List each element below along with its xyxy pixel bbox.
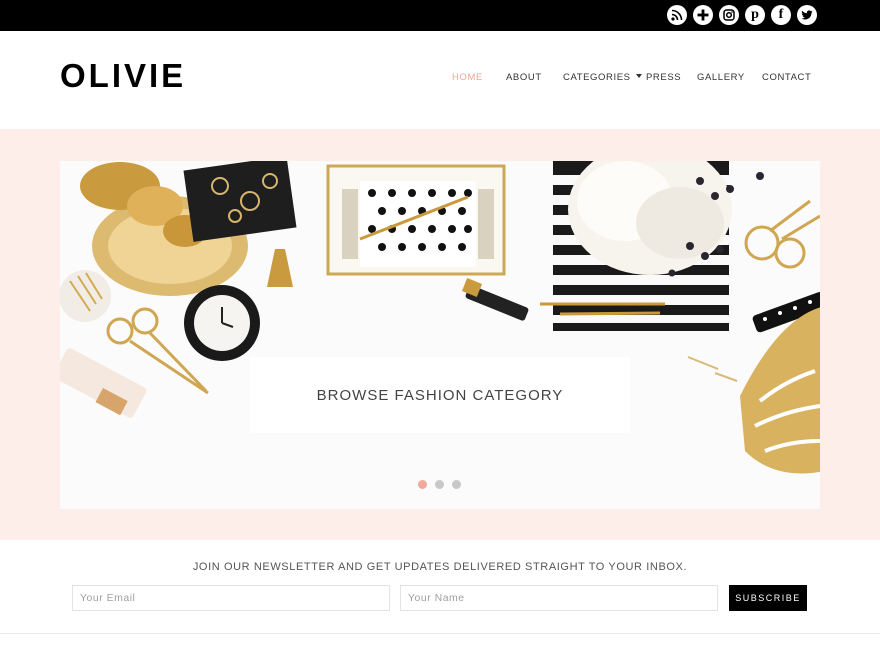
desk-flatlay-image <box>60 161 820 474</box>
nav-press[interactable]: PRESS <box>646 72 681 83</box>
instagram-icon[interactable] <box>719 5 739 25</box>
name-field[interactable] <box>400 585 718 611</box>
nav-categories[interactable]: CATEGORIES <box>563 72 642 83</box>
social-links: p f <box>667 5 817 25</box>
nav-gallery[interactable]: GALLERY <box>697 72 745 83</box>
twitter-icon[interactable] <box>797 5 817 25</box>
social-bar: p f <box>0 0 880 31</box>
nav-about[interactable]: ABOUT <box>506 72 542 83</box>
nav-home[interactable]: HOME <box>452 72 483 83</box>
email-field[interactable] <box>72 585 390 611</box>
newsletter-text: JOIN OUR NEWSLETTER AND GET UPDATES DELI… <box>192 561 688 573</box>
slider-dot-3[interactable] <box>452 480 461 489</box>
footer-divider <box>0 633 880 634</box>
slider-dots <box>418 480 461 489</box>
facebook-icon[interactable]: f <box>771 5 791 25</box>
subscribe-button[interactable]: SUBSCRIBE <box>729 585 807 611</box>
nav-contact[interactable]: CONTACT <box>762 72 811 83</box>
rss-icon[interactable] <box>667 5 687 25</box>
chevron-down-icon <box>635 74 642 79</box>
slide-caption-text: BROWSE FASHION CATEGORY <box>316 386 564 404</box>
slider-dot-2[interactable] <box>435 480 444 489</box>
hero-slider[interactable]: BROWSE FASHION CATEGORY <box>60 161 820 509</box>
nav-categories-label: CATEGORIES <box>563 72 631 83</box>
site-logo[interactable]: OLIVIE <box>60 59 186 92</box>
pinterest-icon[interactable]: p <box>745 5 765 25</box>
slide-caption[interactable]: BROWSE FASHION CATEGORY <box>250 357 630 433</box>
plus-icon[interactable] <box>693 5 713 25</box>
slider-dot-1[interactable] <box>418 480 427 489</box>
